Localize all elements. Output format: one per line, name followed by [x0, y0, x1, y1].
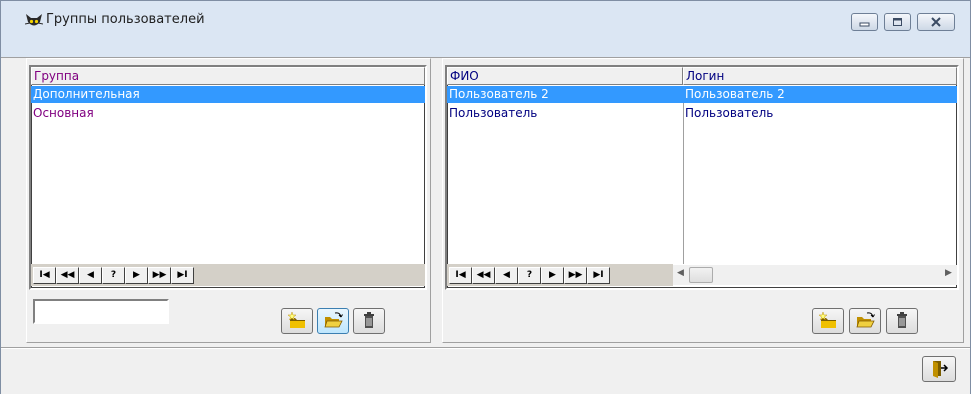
add-group-button[interactable]	[281, 308, 313, 334]
divider	[1, 348, 970, 349]
open-folder-icon	[324, 312, 343, 328]
delete-user-button[interactable]	[886, 308, 918, 334]
prior-page-button[interactable]: ◀◀	[472, 267, 495, 284]
next-record-button[interactable]: ▶	[541, 267, 564, 284]
open-folder-icon	[856, 312, 875, 328]
edit-group-button[interactable]	[317, 308, 349, 334]
users-navigator: I◀ ◀◀ ◀ ? ▶ ▶▶ ▶I	[447, 264, 673, 286]
scroll-left-arrow-icon[interactable]: ◀	[677, 268, 684, 278]
scrollbar-thumb[interactable]	[689, 267, 713, 283]
prior-record-button[interactable]: ◀	[79, 267, 102, 284]
users-column-header-login[interactable]: Логин	[683, 67, 957, 85]
new-folder-icon	[818, 311, 836, 328]
trash-icon	[364, 312, 374, 328]
groups-column-header[interactable]: Группа	[31, 67, 425, 85]
user-login-cell: Пользователь 2	[685, 87, 785, 101]
close-icon	[931, 17, 941, 27]
first-record-button[interactable]: I◀	[33, 267, 56, 284]
groups-panel: Группа Дополнительная Основная I◀ ◀◀ ◀ ?…	[26, 58, 431, 343]
groups-row[interactable]: Дополнительная	[31, 86, 425, 103]
groups-grid[interactable]: Группа Дополнительная Основная I◀ ◀◀ ◀ ?…	[29, 65, 427, 290]
users-panel: ФИО Логин Пользователь 2 Пользователь 2 …	[442, 58, 964, 343]
users-grid[interactable]: ФИО Логин Пользователь 2 Пользователь 2 …	[445, 65, 959, 290]
search-record-button[interactable]: ?	[518, 267, 541, 284]
close-button[interactable]	[917, 13, 955, 31]
next-page-button[interactable]: ▶▶	[148, 267, 171, 284]
trash-icon	[897, 312, 907, 328]
users-column-header-fio[interactable]: ФИО	[447, 67, 683, 85]
first-record-button[interactable]: I◀	[449, 267, 472, 284]
users-horizontal-scrollbar[interactable]: ◀ ▶	[673, 265, 957, 285]
user-login-cell: Пользователь	[685, 106, 774, 120]
prior-record-button[interactable]: ◀	[495, 267, 518, 284]
prior-page-button[interactable]: ◀◀	[56, 267, 79, 284]
user-fio-cell: Пользователь 2	[449, 87, 549, 101]
title-bar[interactable]: Группы пользователей	[1, 1, 970, 37]
scroll-right-arrow-icon[interactable]: ▶	[945, 268, 952, 278]
delete-group-button[interactable]	[353, 308, 385, 334]
column-divider	[683, 103, 684, 264]
add-user-button[interactable]	[812, 308, 844, 334]
edit-user-button[interactable]	[849, 308, 881, 334]
search-record-button[interactable]: ?	[102, 267, 125, 284]
user-fio-cell: Пользователь	[449, 106, 538, 120]
window-title: Группы пользователей	[46, 12, 205, 27]
new-folder-icon	[287, 311, 305, 328]
groups-row[interactable]: Основная	[31, 105, 425, 122]
groups-navigator: I◀ ◀◀ ◀ ? ▶ ▶▶ ▶I	[31, 264, 425, 286]
group-filter-input[interactable]	[33, 299, 169, 324]
maximize-button[interactable]	[884, 13, 911, 31]
exit-button[interactable]	[922, 356, 956, 382]
minimize-button[interactable]	[851, 13, 878, 31]
next-page-button[interactable]: ▶▶	[564, 267, 587, 284]
users-row[interactable]: Пользователь 2 Пользователь 2	[447, 86, 957, 103]
last-record-button[interactable]: ▶I	[587, 267, 610, 284]
maximize-icon	[893, 18, 902, 26]
minimize-icon	[859, 22, 870, 27]
last-record-button[interactable]: ▶I	[171, 267, 194, 284]
cat-face-icon	[25, 14, 43, 26]
client-area: Группа Дополнительная Основная I◀ ◀◀ ◀ ?…	[1, 57, 970, 394]
main-window: Группы пользователей Группа Дополнительн…	[0, 0, 971, 394]
exit-door-icon	[933, 361, 949, 378]
users-row[interactable]: Пользователь Пользователь	[447, 105, 957, 122]
next-record-button[interactable]: ▶	[125, 267, 148, 284]
